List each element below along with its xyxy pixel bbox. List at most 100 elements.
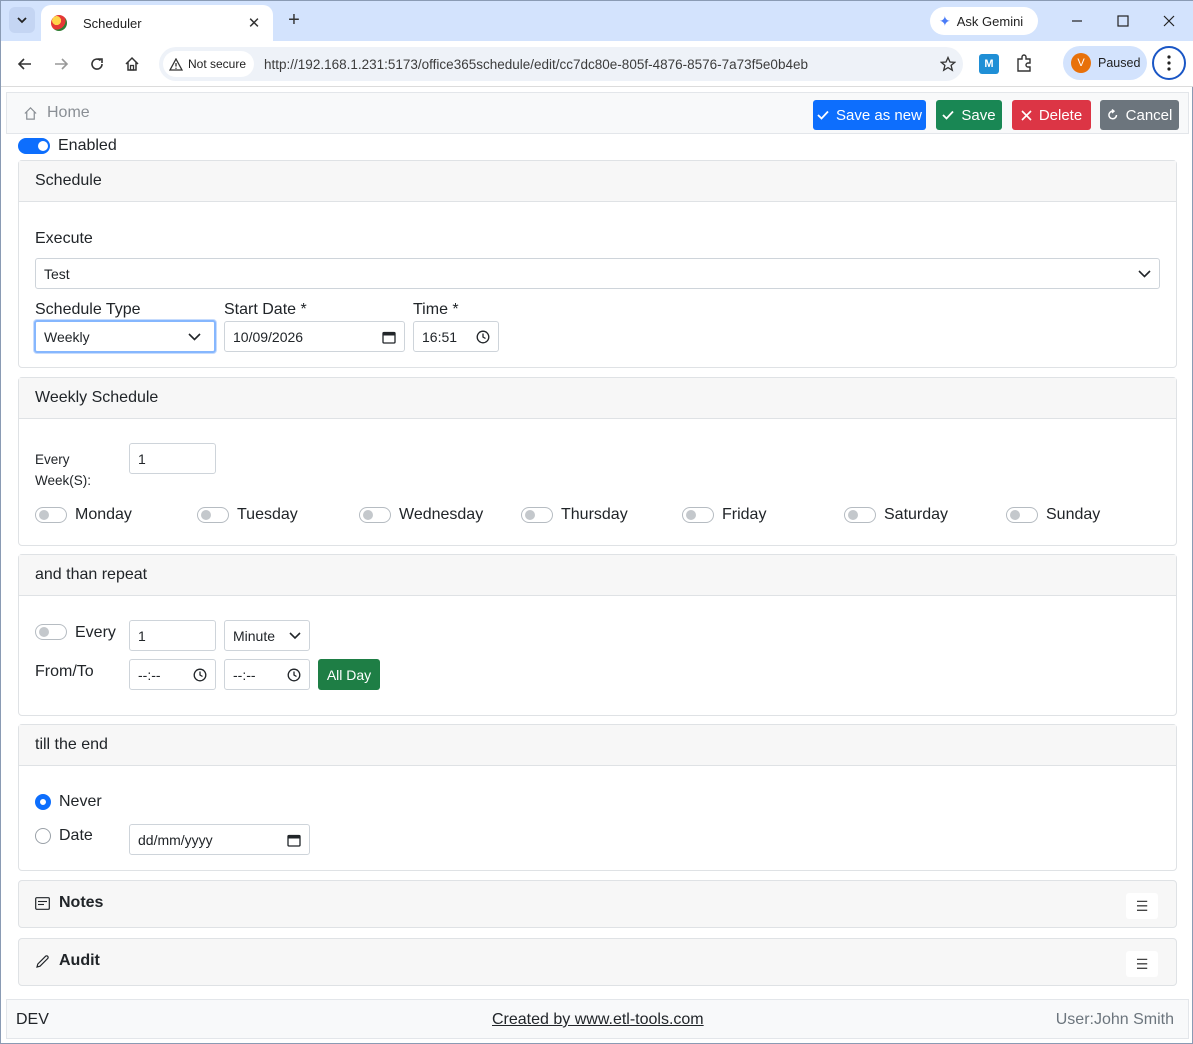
save-as-new-button[interactable]: Save as new xyxy=(813,100,926,130)
home-browser-button[interactable] xyxy=(120,52,144,76)
enabled-switch[interactable] xyxy=(18,138,50,154)
saturday-switch[interactable] xyxy=(844,507,876,523)
new-tab-button[interactable]: + xyxy=(283,9,305,31)
tab-search-button[interactable] xyxy=(9,7,35,33)
back-button[interactable] xyxy=(13,52,37,76)
monday-switch[interactable] xyxy=(35,507,67,523)
app-topnav: Home Save as new Save Delete Cancel xyxy=(6,92,1189,134)
audit-card[interactable]: Audit ☰ xyxy=(18,938,1177,986)
delete-button[interactable]: Delete xyxy=(1012,100,1091,130)
extensions-puzzle-icon[interactable] xyxy=(1014,53,1036,75)
close-icon[interactable]: ✕ xyxy=(245,14,263,32)
wednesday-switch[interactable] xyxy=(359,507,391,523)
ask-gemini-button[interactable]: ✦ Ask Gemini xyxy=(930,7,1038,35)
user-label: User:John Smith xyxy=(1055,1011,1174,1028)
chevron-down-icon xyxy=(1138,269,1151,278)
clock-icon[interactable] xyxy=(287,668,301,682)
repeat-unit-value: Minute xyxy=(233,627,276,644)
schedule-type-value: Weekly xyxy=(44,328,90,345)
schedule-card-header: Schedule xyxy=(19,161,1176,202)
profile-status: Paused xyxy=(1098,56,1141,70)
cancel-label: Cancel xyxy=(1125,106,1173,124)
check-icon xyxy=(817,110,829,120)
url-text: http://192.168.1.231:5173/office365sched… xyxy=(264,56,808,72)
check-icon xyxy=(942,110,955,120)
tab-strip: Scheduler ✕ + ✦ Ask Gemini xyxy=(1,1,1193,41)
audit-toggle-button[interactable]: ☰ xyxy=(1126,951,1158,977)
extension-m-icon[interactable]: M xyxy=(979,54,999,74)
to-time-input[interactable]: --:-- xyxy=(224,659,310,690)
app-favicon-icon xyxy=(51,15,67,31)
home-icon xyxy=(23,106,47,121)
repeat-every-input[interactable]: 1 xyxy=(129,620,216,651)
never-label: Never xyxy=(59,793,102,810)
thursday-switch[interactable] xyxy=(521,507,553,523)
repeat-every-switch[interactable] xyxy=(35,624,67,640)
tuesday-switch[interactable] xyxy=(197,507,229,523)
close-icon xyxy=(1163,15,1175,27)
save-as-new-label: Save as new xyxy=(836,106,922,124)
schedule-type-select[interactable]: Weekly xyxy=(34,320,216,353)
execute-label: Execute xyxy=(35,230,93,247)
friday-switch[interactable] xyxy=(682,507,714,523)
browser-menu-button[interactable] xyxy=(1152,46,1186,80)
sunday-switch[interactable] xyxy=(1006,507,1038,523)
minimize-button[interactable] xyxy=(1065,9,1089,33)
start-date-value: 10/09/2026 xyxy=(233,328,304,345)
bookmark-star-icon[interactable] xyxy=(933,56,963,72)
avatar: V xyxy=(1071,53,1091,73)
tab-title: Scheduler xyxy=(83,15,142,31)
browser-tab[interactable]: Scheduler ✕ xyxy=(41,5,273,41)
schedule-type-label: Schedule Type xyxy=(35,301,141,318)
repeat-every-label: Every xyxy=(75,624,116,641)
audit-title: Audit xyxy=(35,952,100,970)
from-time-input[interactable]: --:-- xyxy=(129,659,216,690)
security-chip[interactable]: Not secure xyxy=(163,51,255,77)
to-time-value: --:-- xyxy=(233,666,256,683)
end-date-input[interactable]: dd/mm/yyyy xyxy=(129,824,310,855)
clock-icon[interactable] xyxy=(476,330,490,344)
all-day-button[interactable]: All Day xyxy=(318,659,380,690)
ask-gemini-label: Ask Gemini xyxy=(956,13,1024,29)
notes-label: Notes xyxy=(59,894,104,911)
browser-window: Scheduler ✕ + ✦ Ask Gemini Not secure ht… xyxy=(0,0,1193,1044)
execute-select[interactable]: Test xyxy=(35,258,1160,289)
maximize-button[interactable] xyxy=(1111,9,1135,33)
every-weeks-input[interactable]: 1 xyxy=(129,443,216,474)
tuesday-label: Tuesday xyxy=(237,506,298,523)
time-input[interactable]: 16:51 xyxy=(413,321,499,352)
end-card-header: till the end xyxy=(19,725,1176,766)
friday-label: Friday xyxy=(722,506,767,523)
cancel-button[interactable]: Cancel xyxy=(1100,100,1179,130)
address-bar[interactable]: Not secure http://192.168.1.231:5173/off… xyxy=(159,47,963,81)
never-radio[interactable] xyxy=(35,794,51,810)
hamburger-icon: ☰ xyxy=(1135,955,1149,972)
thursday-label: Thursday xyxy=(561,506,628,523)
date-radio[interactable] xyxy=(35,828,51,844)
saturday-label: Saturday xyxy=(884,506,949,523)
repeat-every-value: 1 xyxy=(138,627,146,644)
notes-toggle-button[interactable]: ☰ xyxy=(1126,893,1158,919)
profile-button[interactable]: V Paused xyxy=(1063,46,1147,80)
notes-title: Notes xyxy=(35,894,103,912)
credit-link[interactable]: Created by www.etl-tools.com xyxy=(492,1011,704,1029)
forward-button[interactable] xyxy=(49,52,73,76)
home-link[interactable]: Home xyxy=(23,104,90,122)
from-to-label: From/To xyxy=(35,663,94,680)
audit-label: Audit xyxy=(59,952,100,969)
reload-button[interactable] xyxy=(85,52,109,76)
close-window-button[interactable] xyxy=(1157,9,1181,33)
date-label: Date xyxy=(59,827,93,844)
save-label: Save xyxy=(961,106,996,124)
save-button[interactable]: Save xyxy=(936,100,1002,130)
environment-label: DEV xyxy=(16,1011,49,1028)
repeat-unit-select[interactable]: Minute xyxy=(224,620,310,651)
calendar-icon[interactable] xyxy=(382,330,396,344)
execute-value: Test xyxy=(44,265,70,282)
calendar-icon[interactable] xyxy=(287,833,301,847)
enabled-label: Enabled xyxy=(58,137,117,154)
notes-card[interactable]: Notes ☰ xyxy=(18,880,1177,928)
start-date-input[interactable]: 10/09/2026 xyxy=(224,321,405,352)
pencil-icon xyxy=(35,954,50,969)
clock-icon[interactable] xyxy=(193,668,207,682)
